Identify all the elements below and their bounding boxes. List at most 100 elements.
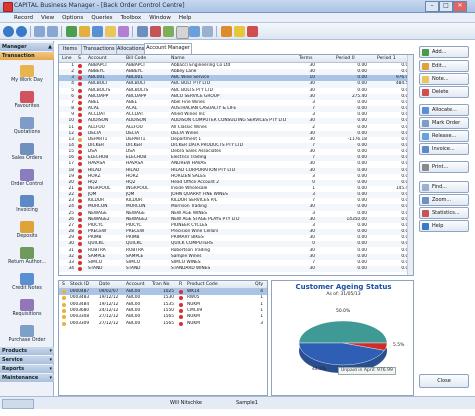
- star-icon[interactable]: [221, 26, 232, 37]
- table-cell: 0.00: [357, 265, 367, 271]
- add-button[interactable]: Add...: [419, 46, 469, 58]
- report-icon[interactable]: [118, 26, 129, 37]
- sidebar-section-service[interactable]: Service ▾: [0, 356, 54, 364]
- zoom-button[interactable]: Zoom...: [419, 194, 469, 206]
- pie-slice-1[interactable]: [298, 320, 388, 344]
- table-cell: 24: [68, 204, 74, 210]
- invoice-button[interactable]: Invoice...: [419, 143, 469, 155]
- menu-help[interactable]: Help: [175, 13, 196, 23]
- save-icon[interactable]: [92, 26, 103, 37]
- sidebar-item-order-control[interactable]: Order Control: [0, 167, 54, 193]
- table-cell: 32: [68, 253, 74, 259]
- forward-icon[interactable]: [16, 26, 27, 37]
- col-date[interactable]: Date: [99, 281, 110, 288]
- table-cell: MORCON: [88, 204, 108, 210]
- table-cell: 0.00: [369, 168, 411, 174]
- sidebar-item-requisitions[interactable]: Requisitions: [0, 297, 54, 323]
- mark-order-button[interactable]: Mark Order: [419, 117, 469, 129]
- col-tran-no[interactable]: Tran No: [152, 281, 169, 288]
- col-terms[interactable]: Terms: [299, 55, 313, 62]
- chart-icon[interactable]: [150, 26, 161, 37]
- close-window-button[interactable]: ✕: [453, 1, 467, 12]
- edit-button[interactable]: Edit...: [419, 60, 469, 72]
- sidebar-item-deposits[interactable]: Deposits: [0, 219, 54, 245]
- note-icon[interactable]: [105, 26, 116, 37]
- settings-icon[interactable]: [202, 26, 213, 37]
- col-r[interactable]: R: [179, 281, 182, 288]
- col-product-code[interactable]: Product Code: [187, 281, 218, 288]
- table-cell: NUKM: [187, 314, 200, 320]
- sidebar-section-reports[interactable]: Reports ▾: [0, 365, 54, 373]
- find-button[interactable]: Find...: [419, 181, 469, 193]
- print-button[interactable]: Print...: [419, 161, 469, 173]
- folder-icon[interactable]: [79, 26, 90, 37]
- back-icon[interactable]: [3, 26, 14, 37]
- menu-toolbox[interactable]: Toolbox: [117, 13, 146, 23]
- refresh-icon[interactable]: [66, 26, 77, 37]
- table-cell: ABC BOLTS PTY LTD: [171, 87, 213, 93]
- calendar-icon[interactable]: [137, 26, 148, 37]
- tab-allocations[interactable]: Allocations: [116, 44, 145, 54]
- table-cell: ROBTRA: [88, 247, 106, 253]
- maximize-button[interactable]: □: [439, 1, 453, 12]
- grid-scrollbar[interactable]: [407, 55, 413, 275]
- web-icon[interactable]: [189, 26, 200, 37]
- col-status[interactable]: S: [78, 55, 81, 62]
- table-cell: 0.00: [369, 248, 411, 254]
- col-s[interactable]: S: [62, 281, 65, 288]
- sidebar-nav-arrows[interactable]: [2, 399, 34, 409]
- sidebar-item-return-author[interactable]: Return Author...: [0, 245, 54, 271]
- sidebar-section-maintenance[interactable]: Maintenance ▾: [0, 374, 54, 382]
- col-account[interactable]: Account: [88, 55, 107, 62]
- tab-transactions[interactable]: Transactions: [81, 44, 117, 54]
- col-stock-id[interactable]: Stock ID: [70, 281, 89, 288]
- sidebar-item-favourites[interactable]: Favourites: [0, 89, 54, 115]
- menu-record[interactable]: Record: [0, 13, 37, 23]
- tab-items[interactable]: Items: [58, 44, 82, 54]
- menu-window[interactable]: Window: [145, 13, 175, 23]
- delete-button[interactable]: Delete: [419, 86, 469, 98]
- allocate-button[interactable]: Allocate...: [419, 104, 469, 116]
- table-cell: 29: [68, 235, 74, 241]
- sidebar-item-my-work-day[interactable]: My Work Day: [0, 63, 54, 89]
- tab-account-manager[interactable]: Account Manager: [144, 43, 192, 54]
- table-cell: 0.00: [369, 174, 411, 180]
- table-cell: 1: [260, 301, 263, 307]
- col-line[interactable]: Line: [62, 55, 72, 62]
- menu-queries[interactable]: Queries: [87, 13, 116, 23]
- arrow-left-icon[interactable]: [34, 26, 45, 37]
- sidebar-item-purchase-order[interactable]: Purchase Order: [0, 323, 54, 349]
- sidebar-item-invoicing[interactable]: Invoicing: [0, 193, 54, 219]
- sidebar-item-sales-orders[interactable]: Sales Orders: [0, 141, 54, 167]
- button-label: Zoom...: [432, 197, 452, 203]
- col-bill-code[interactable]: Bill Code: [126, 55, 146, 62]
- sidebar-section-products[interactable]: Products ▾: [0, 347, 54, 355]
- table-cell: ABBEYL: [88, 69, 105, 75]
- close-button[interactable]: Close: [419, 374, 469, 388]
- arrow-right-icon[interactable]: [47, 26, 58, 37]
- col-period-1[interactable]: Period 1: [377, 55, 396, 62]
- table-row[interactable]: 0003309 27/12/12 ABC00 1565 NUKM 3: [59, 321, 267, 327]
- sidebar-item-credit-notes[interactable]: Credit Notes: [0, 271, 54, 297]
- lightbulb-icon[interactable]: [234, 26, 245, 37]
- menu-options[interactable]: Options: [58, 13, 87, 23]
- col-qty[interactable]: Qty: [255, 281, 263, 288]
- col-name[interactable]: Name: [171, 55, 185, 62]
- chart-tooltip: Unpaid in April: 976.99: [338, 367, 396, 375]
- users-icon[interactable]: [163, 26, 174, 37]
- table-row[interactable]: 34 STAND STAND STANDARD WINES 30 0.000.00: [59, 265, 413, 273]
- menu-view[interactable]: View: [37, 13, 58, 23]
- col-period-0[interactable]: Period 0: [336, 55, 355, 62]
- sidebar-item-quotations[interactable]: Quotations: [0, 115, 54, 141]
- table-cell: ABBAPCI: [88, 63, 107, 68]
- help-button[interactable]: Help: [419, 220, 469, 232]
- exit-icon[interactable]: [247, 26, 258, 37]
- minimize-button[interactable]: –: [425, 1, 439, 12]
- sidebar-manager-header[interactable]: Manager ▲: [0, 43, 54, 51]
- search-icon[interactable]: [176, 26, 189, 39]
- statistics-button[interactable]: Statistics...: [419, 207, 469, 219]
- note-button[interactable]: Note...: [419, 73, 469, 85]
- col-account[interactable]: Account: [126, 281, 145, 288]
- release-button[interactable]: Release...: [419, 130, 469, 142]
- sidebar-transaction-header[interactable]: Transaction: [0, 52, 54, 60]
